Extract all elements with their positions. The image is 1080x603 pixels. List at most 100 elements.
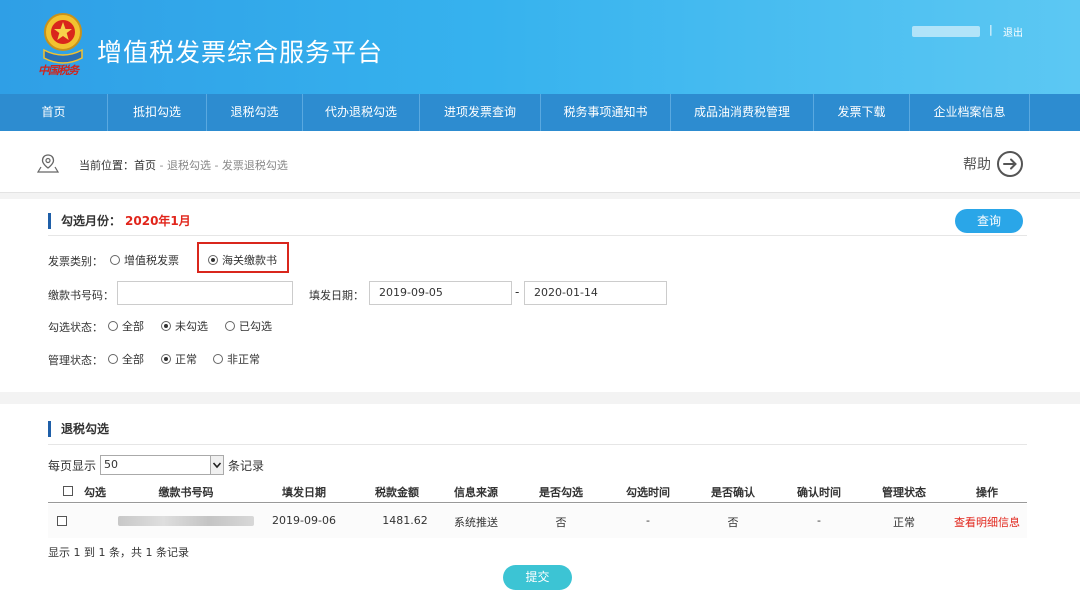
radio-manage-normal[interactable]: 正常 xyxy=(161,351,197,367)
column-header-info-source: 信息来源 xyxy=(454,486,498,499)
breadcrumb-home[interactable]: 首页 xyxy=(134,159,156,172)
radio-dot xyxy=(208,255,218,265)
page-size-suffix: 条记录 xyxy=(228,458,265,473)
help-label: 帮助 xyxy=(963,157,991,173)
column-header-payment-no: 缴款书号码 xyxy=(158,486,214,499)
cell-issue-date: 2019-09-06 xyxy=(272,514,336,527)
manage-status-label: 管理状态： xyxy=(48,354,103,367)
radio-dot xyxy=(108,354,118,364)
radio-check-unchecked[interactable]: 未勾选 xyxy=(161,318,208,334)
column-header-check: 勾选 xyxy=(84,486,106,499)
select-all-checkbox[interactable] xyxy=(63,486,73,496)
issue-date-label: 填发日期： xyxy=(309,289,364,302)
invoice-type-label: 发票类别： xyxy=(48,255,103,268)
date-separator: - xyxy=(515,285,520,299)
check-status-label: 勾选状态： xyxy=(48,321,103,334)
query-panel: 勾选月份： 2020年1月 查询 发票类别： 增值税发票 海关缴款书 缴款书号码… xyxy=(0,199,1080,392)
breadcrumb: 当前位置：首页 - 退税勾选 - 发票退税勾选 xyxy=(79,157,288,173)
radio-dot xyxy=(110,255,120,265)
arrow-right-circle-icon xyxy=(997,151,1023,177)
radio-dot xyxy=(213,354,223,364)
radio-label: 全部 xyxy=(122,320,144,333)
date-from-input[interactable]: 2019-09-05 xyxy=(369,281,512,305)
view-detail-link[interactable]: 查看明细信息 xyxy=(954,514,1020,530)
location-icon xyxy=(37,154,59,173)
nav-item-refund-check[interactable]: 退税勾选 xyxy=(207,94,303,131)
divider xyxy=(48,235,1027,236)
chevron-down-icon xyxy=(210,455,225,475)
radio-label: 已勾选 xyxy=(239,320,272,333)
payment-no-redacted xyxy=(118,516,254,526)
radio-label: 海关缴款书 xyxy=(222,254,277,267)
radio-check-checked[interactable]: 已勾选 xyxy=(225,318,272,334)
page-size-prefix: 每页显示 xyxy=(48,458,97,473)
cell-is-confirmed: 否 xyxy=(727,516,739,529)
radio-vat-invoice[interactable]: 增值税发票 xyxy=(110,252,179,268)
page-size-control: 每页显示 50 条记录 xyxy=(48,455,264,475)
radio-dot xyxy=(225,321,235,331)
cell-info-source: 系统推送 xyxy=(454,516,498,529)
nav-item-invoice-download[interactable]: 发票下载 xyxy=(814,94,910,131)
column-header-check-time: 勾选时间 xyxy=(626,486,670,499)
column-header-action: 操作 xyxy=(976,486,998,499)
header: 中国税务 增值税发票综合服务平台 | 退出 xyxy=(0,0,1080,94)
page-size-select[interactable]: 50 xyxy=(100,455,225,475)
column-header-confirm-time: 确认时间 xyxy=(797,486,841,499)
nav-item-agent-refund-check[interactable]: 代办退税勾选 xyxy=(303,94,420,131)
nav-item-fuel-tax-management[interactable]: 成品油消费税管理 xyxy=(671,94,814,131)
cell-confirm-time: - xyxy=(817,514,821,527)
site-title: 增值税发票综合服务平台 xyxy=(97,38,384,67)
radio-label: 正常 xyxy=(175,353,197,366)
query-section-title: 勾选月份： 2020年1月 xyxy=(48,212,191,229)
nav-item-tax-notice[interactable]: 税务事项通知书 xyxy=(541,94,671,131)
radio-label: 全部 xyxy=(122,353,144,366)
breadcrumb-path: - 退税勾选 - 发票退税勾选 xyxy=(156,159,288,172)
radio-dot xyxy=(161,321,171,331)
header-separator: | xyxy=(989,23,993,36)
radio-label: 非正常 xyxy=(227,353,260,366)
radio-manage-abnormal[interactable]: 非正常 xyxy=(213,351,260,367)
record-count-info: 显示 1 到 1 条，共 1 条记录 xyxy=(48,546,189,559)
date-to-input[interactable]: 2020-01-14 xyxy=(524,281,667,305)
submit-button[interactable]: 提交 xyxy=(503,565,572,590)
column-header-tax-amount: 税款金额 xyxy=(375,486,419,499)
radio-label: 未勾选 xyxy=(175,320,208,333)
radio-dot xyxy=(161,354,171,364)
table-header-line xyxy=(48,502,1027,503)
help-button[interactable]: 帮助 xyxy=(963,151,1023,177)
nav-item-home[interactable]: 首页 xyxy=(0,94,108,131)
results-panel: 退税勾选 每页显示 50 条记录 勾选 缴款书号码 填发日期 税款金额 信息来源… xyxy=(0,404,1080,603)
column-header-is-checked: 是否勾选 xyxy=(539,486,583,499)
nav-item-enterprise-archive[interactable]: 企业档案信息 xyxy=(910,94,1030,131)
payment-no-input[interactable] xyxy=(117,281,293,305)
cell-tax-amount: 1481.62 xyxy=(382,514,428,527)
cell-manage-status: 正常 xyxy=(893,516,915,529)
nav-item-input-invoice-query[interactable]: 进项发票查询 xyxy=(420,94,541,131)
check-month-value: 2020年1月 xyxy=(125,214,191,228)
column-header-manage-status: 管理状态 xyxy=(882,486,926,499)
results-section-title: 退税勾选 xyxy=(48,420,109,437)
radio-manage-all[interactable]: 全部 xyxy=(108,351,144,367)
row-checkbox[interactable] xyxy=(57,516,67,526)
radio-check-all[interactable]: 全部 xyxy=(108,318,144,334)
breadcrumb-bar: 当前位置：首页 - 退税勾选 - 发票退税勾选 帮助 xyxy=(0,131,1080,193)
radio-customs-payment[interactable]: 海关缴款书 xyxy=(208,252,277,268)
radio-dot xyxy=(108,321,118,331)
column-header-is-confirmed: 是否确认 xyxy=(711,486,755,499)
radio-label: 增值税发票 xyxy=(124,254,179,267)
page-size-value: 50 xyxy=(104,458,119,471)
payment-no-label: 缴款书号码： xyxy=(48,289,114,302)
query-button[interactable]: 查询 xyxy=(955,209,1023,233)
logout-link[interactable]: 退出 xyxy=(1003,24,1023,39)
divider xyxy=(48,444,1027,445)
check-month-label: 勾选月份： xyxy=(61,214,122,228)
section-bar xyxy=(48,212,51,229)
emblem-text: 中国税务 xyxy=(38,64,79,77)
results-title: 退税勾选 xyxy=(61,422,110,436)
breadcrumb-prefix: 当前位置： xyxy=(79,159,134,172)
user-name-redacted xyxy=(912,26,980,37)
cell-is-checked: 否 xyxy=(555,516,567,529)
column-header-issue-date: 填发日期 xyxy=(282,486,326,499)
section-bar xyxy=(48,420,51,437)
nav-item-deduction-check[interactable]: 抵扣勾选 xyxy=(108,94,207,131)
